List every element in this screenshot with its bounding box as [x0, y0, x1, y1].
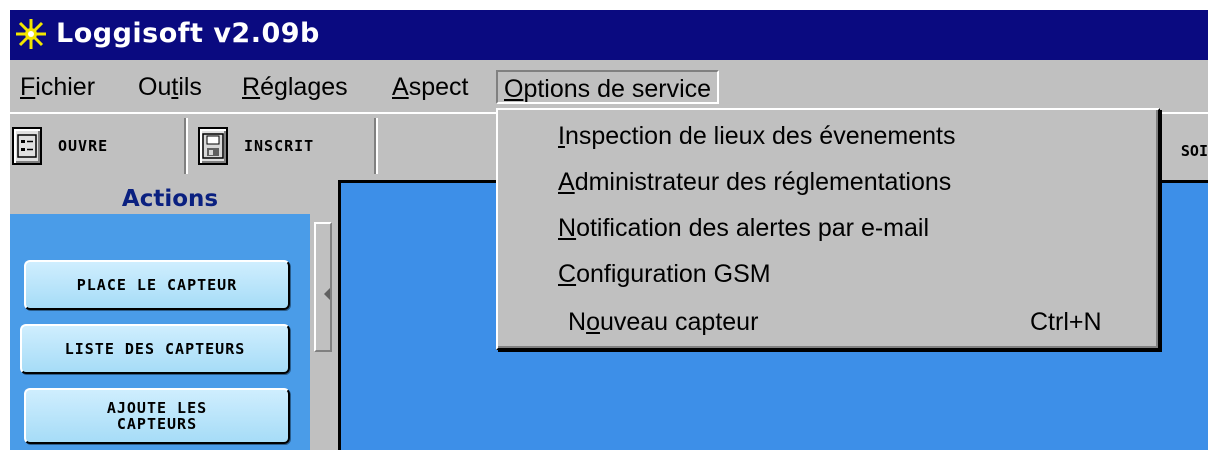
menu-reglages-label: églages — [260, 73, 348, 101]
actions-header: Actions — [10, 184, 330, 214]
menu-options-mnemonic: O — [504, 75, 524, 103]
actions-area: PLACE LE CAPTEUR LISTE DES CAPTEURS AJOU… — [10, 214, 310, 450]
menu-item-label: nspection de lieux des évenements — [564, 122, 956, 150]
menu-fichier-label: ichier — [35, 73, 96, 101]
save-button[interactable]: INSCRIT — [196, 120, 314, 172]
menu-item-label: uveau capteur — [599, 308, 759, 336]
menu-item-mnemonic: A — [558, 168, 575, 196]
menu-item-mnemonic: I — [558, 122, 565, 150]
menu-item-notification[interactable]: Notification des alertes par e-mail — [558, 208, 929, 248]
menu-outils-label-pre: Ou — [138, 73, 172, 101]
splitter-handle[interactable] — [314, 222, 332, 352]
menu-item-administrateur[interactable]: Administrateur des réglementations — [558, 162, 951, 202]
menu-item-mnemonic: N — [558, 214, 577, 242]
window-title: Loggisoft v2.09b — [56, 18, 320, 49]
menu-aspect-mnemonic: A — [392, 73, 409, 101]
menu-item-label: dministrateur des réglementations — [574, 168, 952, 196]
menu-item-label-pre: N — [568, 308, 587, 336]
menu-item-configuration-gsm[interactable]: Configuration GSM — [558, 254, 771, 294]
options-de-service-dropdown: Inspection de lieux des évenements Admin… — [496, 108, 1160, 350]
floppy-disk-icon — [198, 127, 228, 165]
menu-item-inspection[interactable]: Inspection de lieux des évenements — [558, 116, 955, 156]
menu-fichier[interactable]: Fichier — [14, 70, 101, 104]
open-button[interactable]: OUVRE — [10, 120, 108, 172]
toolbar-separator — [184, 118, 188, 174]
open-button-label: OUVRE — [58, 137, 109, 155]
sensor-list-button[interactable]: LISTE DES CAPTEURS — [20, 324, 290, 374]
shortcut-hint: Ctrl+N — [1030, 308, 1102, 336]
menu-options-de-service[interactable]: Options de service — [496, 70, 720, 104]
toolbar-separator — [374, 118, 378, 174]
sun-star-icon — [16, 19, 46, 49]
menu-reglages[interactable]: Réglages — [236, 70, 354, 104]
app-window: Loggisoft v2.09b Fichier Outils Réglages… — [10, 10, 1208, 450]
menu-item-nouveau-capteur[interactable]: Nouveau capteur Ctrl+N — [568, 302, 1148, 342]
collapse-left-arrow-icon[interactable] — [324, 288, 330, 300]
menu-item-mnemonic: C — [558, 260, 577, 288]
place-sensor-button[interactable]: PLACE LE CAPTEUR — [24, 260, 290, 310]
save-button-label: INSCRIT — [244, 137, 315, 155]
panel-splitter[interactable] — [310, 214, 336, 450]
menu-item-label: onfiguration GSM — [576, 260, 771, 288]
menu-bar: Fichier Outils Réglages Aspect Options d… — [10, 60, 1208, 112]
menu-reglages-mnemonic: R — [242, 73, 261, 101]
menu-options-label: ptions de service — [523, 75, 712, 103]
open-icon — [12, 127, 42, 165]
menu-aspect-label: spect — [408, 73, 469, 101]
menu-aspect[interactable]: Aspect — [386, 70, 474, 104]
actions-panel: Actions PLACE LE CAPTEUR LISTE DES CAPTE… — [10, 178, 336, 450]
toolbar-partial-label[interactable]: SOI — [1181, 142, 1208, 160]
menu-outils-label: ils — [178, 73, 202, 101]
title-bar[interactable]: Loggisoft v2.09b — [10, 10, 1208, 60]
menu-outils[interactable]: Outils — [132, 70, 208, 104]
menu-fichier-mnemonic: F — [20, 73, 36, 101]
add-sensors-button[interactable]: AJOUTE LES CAPTEURS — [24, 388, 290, 444]
menu-item-label: otification des alertes par e-mail — [576, 214, 930, 242]
menu-item-mnemonic: o — [586, 308, 600, 336]
